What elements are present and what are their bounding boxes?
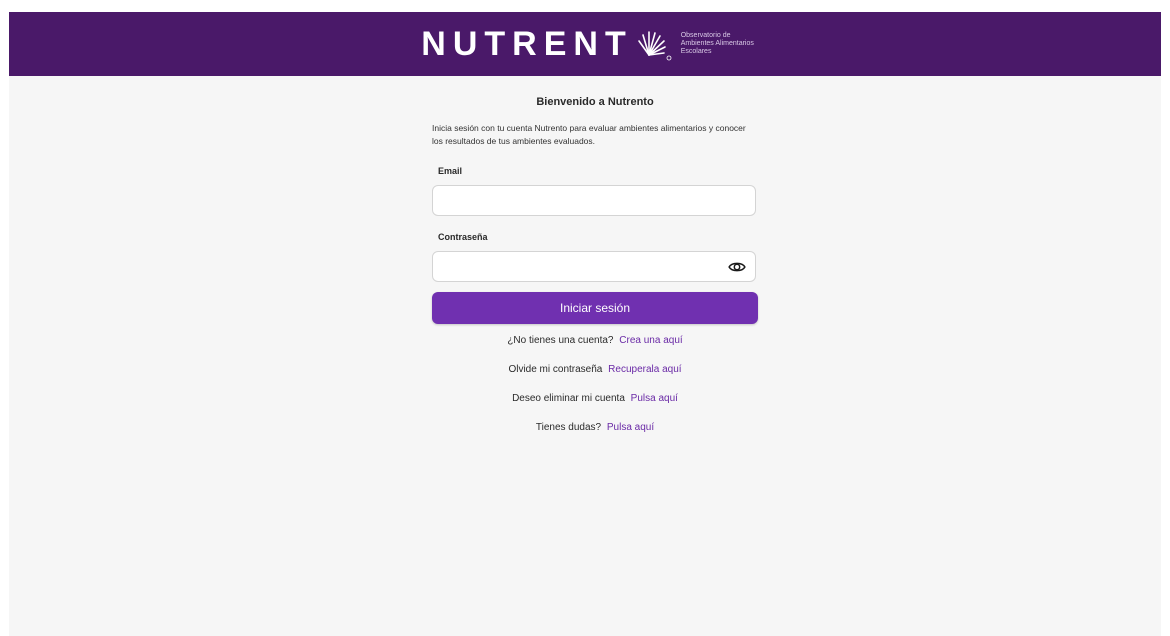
top-header: NUTRENT Observatorio de Ambientes Alimen…	[9, 12, 1161, 76]
login-form: Bienvenido a Nutrento Inicia sesión con …	[432, 90, 758, 449]
brand-name: NUTRENT	[421, 25, 633, 63]
recover-password-prompt: Olvide mi contraseña	[508, 364, 603, 375]
email-field-box	[432, 185, 756, 216]
help-link[interactable]: Pulsa aquí	[607, 422, 654, 433]
signup-prompt: ¿No tienes una cuenta?	[507, 335, 614, 346]
brand-logo: NUTRENT Observatorio de Ambientes Alimen…	[421, 25, 770, 63]
password-field[interactable]	[433, 252, 755, 281]
email-field[interactable]	[433, 186, 755, 215]
recover-password-link[interactable]: Recuperala aquí	[608, 364, 681, 375]
tagline-line: Observatorio de	[680, 32, 731, 39]
delete-account-link[interactable]: Pulsa aquí	[631, 393, 678, 404]
password-field-box	[432, 251, 756, 282]
delete-account-row: Deseo eliminar mi cuenta Pulsa aquí	[432, 391, 758, 420]
email-label: Email	[438, 166, 463, 176]
password-label: Contraseña	[438, 232, 488, 242]
page-title: Bienvenido a Nutrento	[536, 96, 654, 108]
tagline-line: Ambientes Alimentarios	[680, 40, 754, 47]
brand-tagline: Observatorio de Ambientes Alimentarios E…	[681, 32, 771, 56]
sunburst-logo-icon	[637, 31, 672, 61]
help-prompt: Tienes dudas?	[535, 422, 602, 433]
tagline-line: Escolares	[680, 48, 712, 55]
help-links: ¿No tienes una cuenta? Crea una aquí Olv…	[432, 333, 758, 449]
login-button[interactable]: Iniciar sesión	[432, 292, 758, 324]
signup-row: ¿No tienes una cuenta? Crea una aquí	[432, 333, 758, 362]
eye-icon[interactable]	[728, 259, 746, 275]
signup-link[interactable]: Crea una aquí	[619, 335, 682, 346]
delete-account-prompt: Deseo eliminar mi cuenta	[512, 393, 625, 404]
recover-password-row: Olvide mi contraseña Recuperala aquí	[432, 362, 758, 391]
help-row: Tienes dudas? Pulsa aquí	[432, 420, 758, 449]
page-frame: NUTRENT Observatorio de Ambientes Alimen…	[9, 12, 1161, 636]
intro-text: Inicia sesión con tu cuenta Nutrento par…	[432, 123, 746, 146]
